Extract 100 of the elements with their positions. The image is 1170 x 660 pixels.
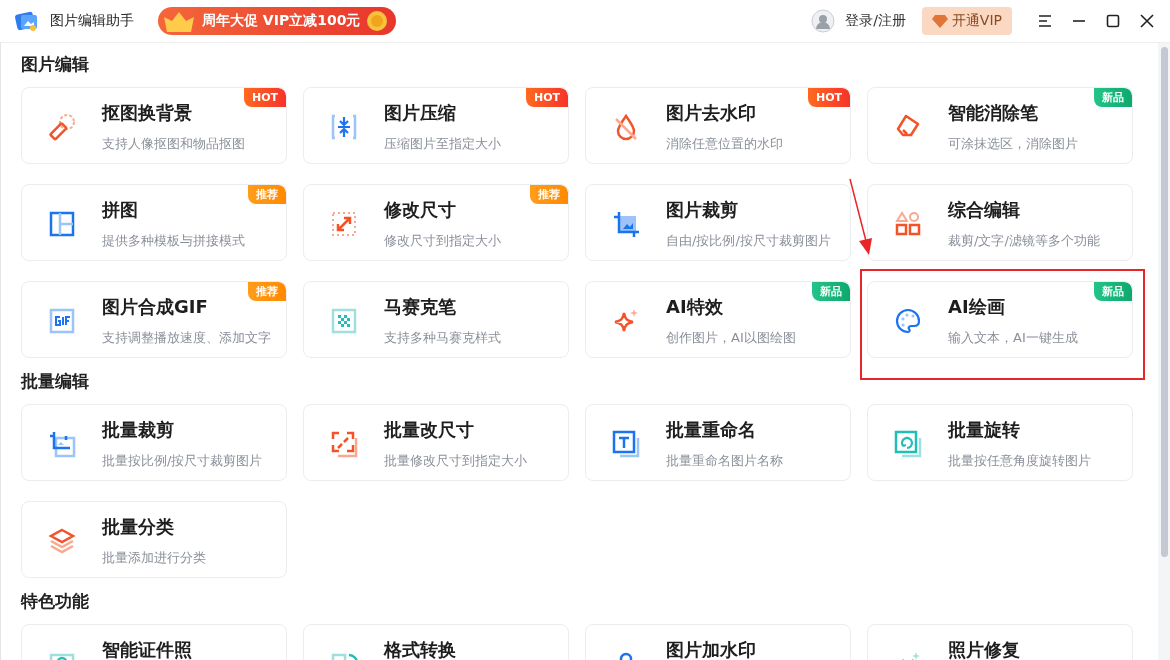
crop-icon <box>48 429 76 458</box>
card-description: 压缩图片至指定大小 <box>384 135 501 153</box>
app-logo-icon <box>14 9 40 33</box>
card-title: 图片裁剪 <box>666 198 739 222</box>
card-description: 批量按任意角度旋转图片 <box>948 452 1091 470</box>
tag-badge: 推荐 <box>248 185 286 204</box>
feature-card[interactable]: 批量改尺寸 批量修改尺寸到指定大小 <box>303 404 569 481</box>
card-title: 批量改尺寸 <box>384 418 475 442</box>
promo-banner[interactable]: 周年大促 VIP立减100元 <box>158 7 397 35</box>
shapes-icon <box>894 209 922 238</box>
feature-card[interactable]: HOT 图片去水印 消除任意位置的水印 <box>585 87 851 164</box>
card-title: 批量重命名 <box>666 418 757 442</box>
feature-card[interactable]: 推荐 修改尺寸 修改尺寸到指定大小 <box>303 184 569 261</box>
feature-card[interactable]: HOT 抠图换背景 支持人像抠图和物品抠图 <box>21 87 287 164</box>
card-title: 智能证件照 <box>102 638 192 660</box>
tag-badge: 推荐 <box>248 282 286 301</box>
card-description: 创作图片，AI以图绘图 <box>666 329 796 347</box>
card-description: 提供多种模板与拼接模式 <box>102 232 245 250</box>
card-title: 照片修复 <box>948 638 1020 660</box>
promo-text: 周年大促 VIP立减100元 <box>202 12 361 30</box>
mosaic-icon <box>330 306 358 335</box>
feature-card[interactable]: 新品 AI特效 创作图片，AI以图绘图 <box>585 281 851 358</box>
card-title: 综合编辑 <box>948 198 1021 222</box>
card-description: 批量添加进行分类 <box>102 549 206 567</box>
login-link[interactable]: 登录/注册 <box>845 12 906 30</box>
card-title: 批量分类 <box>102 515 175 539</box>
card-description: 可涂抹选区，消除图片 <box>948 135 1078 153</box>
resize-icon <box>330 429 358 458</box>
card-description: 支持人像抠图和物品抠图 <box>102 135 245 153</box>
card-title: 马赛克笔 <box>384 295 457 319</box>
maximize-button[interactable] <box>1104 12 1122 30</box>
feature-card[interactable]: 综合编辑 裁剪/文字/滤镜等多个功能 <box>867 184 1133 261</box>
feature-card[interactable]: 批量裁剪 批量按比例/按尺寸裁剪图片 <box>21 404 287 481</box>
gif-icon <box>48 306 76 335</box>
card-description: 批量重命名图片名称 <box>666 452 783 470</box>
tag-badge: 新品 <box>812 282 850 301</box>
card-description: 批量按比例/按尺寸裁剪图片 <box>102 452 263 470</box>
menu-icon <box>1038 14 1052 28</box>
close-icon <box>1140 14 1154 28</box>
card-title: 图片压缩 <box>384 101 457 125</box>
crop-icon <box>612 209 640 238</box>
feature-card[interactable]: 批量旋转 批量按任意角度旋转图片 <box>867 404 1133 481</box>
card-title: 拼图 <box>102 198 139 222</box>
card-description: 批量修改尺寸到指定大小 <box>384 452 527 470</box>
feature-card[interactable]: 新品 智能消除笔 可涂抹选区，消除图片 <box>867 87 1133 164</box>
card-description: 输入文本，AI一键生成 <box>948 329 1078 347</box>
maximize-icon <box>1106 14 1120 28</box>
card-title: 图片加水印 <box>666 638 756 660</box>
compress-icon <box>330 112 358 141</box>
feature-card[interactable]: 批量重命名 批量重命名图片名称 <box>585 404 851 481</box>
tag-badge: 推荐 <box>530 185 568 204</box>
app-title: 图片编辑助手 <box>50 12 134 30</box>
feature-card[interactable]: 智能证件照 <box>21 624 287 660</box>
layers-icon <box>48 526 76 555</box>
tag-badge: 新品 <box>1094 282 1132 301</box>
card-title: 格式转换 <box>384 638 456 660</box>
card-title: 图片去水印 <box>666 101 757 125</box>
feature-card[interactable]: 图片加水印 <box>585 624 851 660</box>
card-title: 图片合成GIF <box>102 295 209 319</box>
card-title: 抠图换背景 <box>102 101 193 125</box>
vip-button[interactable]: 开通VIP <box>921 7 1012 35</box>
feature-card[interactable]: 马赛克笔 支持多种马赛克样式 <box>303 281 569 358</box>
card-title: AI特效 <box>666 295 724 319</box>
feature-card[interactable]: 图片裁剪 自由/按比例/按尺寸裁剪图片 <box>585 184 851 261</box>
menu-button[interactable] <box>1036 12 1054 30</box>
resize-icon <box>330 209 358 238</box>
feature-card[interactable]: 新品 AI绘画 输入文本，AI一键生成 <box>867 281 1133 358</box>
card-title: 批量旋转 <box>948 418 1021 442</box>
scrollbar-thumb[interactable] <box>1160 47 1168 557</box>
feature-card[interactable]: 格式转换 <box>303 624 569 660</box>
card-description: 支持多种马赛克样式 <box>384 329 501 347</box>
card-description: 支持调整播放速度、添加文字 <box>102 329 271 347</box>
tag-badge: HOT <box>243 88 286 107</box>
card-description: 消除任意位置的水印 <box>666 135 783 153</box>
close-button[interactable] <box>1138 12 1156 30</box>
rotate-icon <box>894 429 922 458</box>
card-title: AI绘画 <box>948 295 1006 319</box>
layout-icon <box>48 209 76 238</box>
card-title: 修改尺寸 <box>384 198 457 222</box>
tag-badge: HOT <box>807 88 850 107</box>
feature-card[interactable]: 照片修复 <box>867 624 1133 660</box>
card-title: 智能消除笔 <box>948 101 1039 125</box>
section-title: 特色功能 <box>21 590 90 612</box>
feature-card[interactable]: 推荐 拼图 提供多种模板与拼接模式 <box>21 184 287 261</box>
palette-icon <box>894 306 922 335</box>
coin-icon <box>366 10 389 32</box>
avatar-icon[interactable] <box>811 9 836 33</box>
card-description: 自由/按比例/按尺寸裁剪图片 <box>666 232 831 250</box>
wand-icon <box>48 112 76 141</box>
feature-card[interactable]: 批量分类 批量添加进行分类 <box>21 501 287 578</box>
card-title: 批量裁剪 <box>102 418 175 442</box>
text-icon <box>612 429 640 458</box>
tag-badge: 新品 <box>1094 88 1132 107</box>
tag-badge: HOT <box>525 88 568 107</box>
card-description: 裁剪/文字/滤镜等多个功能 <box>948 232 1100 250</box>
section-title: 批量编辑 <box>21 370 90 392</box>
feature-card[interactable]: HOT 图片压缩 压缩图片至指定大小 <box>303 87 569 164</box>
section-title: 图片编辑 <box>21 53 90 75</box>
card-description: 修改尺寸到指定大小 <box>384 232 501 250</box>
feature-card[interactable]: 推荐 图片合成GIF 支持调整播放速度、添加文字 <box>21 281 287 358</box>
